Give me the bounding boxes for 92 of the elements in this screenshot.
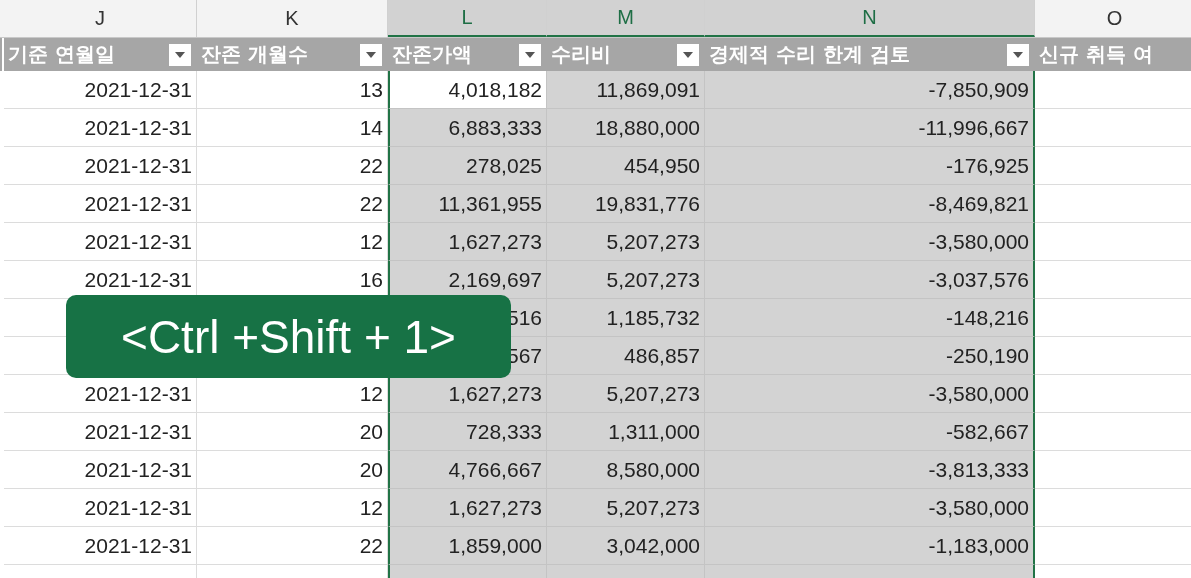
- cell-value: 12: [359, 495, 383, 520]
- cell-value: 5,207,273: [606, 229, 700, 254]
- cell-value: -3,813,333: [928, 457, 1029, 482]
- cell-value: 1,627,273: [448, 229, 542, 254]
- selected-cell[interactable]: 1,627,273: [388, 489, 547, 527]
- cell-value: -8,469,821: [928, 191, 1029, 216]
- cell-value: 14: [359, 115, 383, 140]
- cell-value: 2,169,697: [448, 267, 542, 292]
- cell-value: 12: [359, 381, 383, 406]
- cell-value: -3,580,000: [928, 381, 1029, 406]
- cell-value: -3,037,576: [928, 267, 1029, 292]
- cell-value: 1,311,000: [608, 419, 700, 444]
- cell-value: 454,950: [624, 153, 700, 178]
- selected-cell[interactable]: 1,627,273: [388, 223, 547, 261]
- cell-value: 2021-12-31: [84, 381, 192, 406]
- cell-value: -148,216: [946, 305, 1029, 330]
- table-header: 잔존 개월수: [201, 41, 308, 68]
- cell-value: 8,580,000: [606, 457, 700, 482]
- cell-value: -3,580,000: [928, 495, 1029, 520]
- dropdown-icon: [525, 51, 535, 58]
- active-cell[interactable]: 4,018,182: [388, 71, 547, 109]
- cell-value: 22: [359, 191, 383, 216]
- cell-value: 2021-12-31: [84, 229, 192, 254]
- cell-value: 5,207,273: [606, 267, 700, 292]
- cell-value: 1,627,273: [448, 381, 542, 406]
- filter-button[interactable]: [360, 43, 382, 66]
- cell-value: 18,880,000: [594, 115, 700, 140]
- cell-value: 20: [359, 419, 383, 444]
- cell-value: 2021-12-31: [84, 77, 192, 102]
- cell-value: -3,580,000: [928, 229, 1029, 254]
- table-header: 잔존가액: [392, 41, 472, 68]
- cell-value: -7,850,909: [928, 77, 1029, 102]
- table-header: 기준 연월일: [8, 41, 115, 68]
- cell-value: 486,857: [624, 343, 700, 368]
- table-header: 경제적 수리 한계 검토: [709, 41, 910, 68]
- cell-value: 2021-12-31: [84, 533, 192, 558]
- cell-value: 2021-12-31: [84, 419, 192, 444]
- filter-button[interactable]: [677, 43, 699, 66]
- cell-value: 2021-12-31: [84, 191, 192, 216]
- cell-value: 20: [359, 457, 383, 482]
- column-header[interactable]: M: [547, 0, 705, 37]
- table-header: 수리비: [551, 41, 611, 68]
- dropdown-icon: [175, 51, 185, 58]
- table-header: 신규 취득 여: [1039, 41, 1153, 68]
- filter-button[interactable]: [169, 43, 191, 66]
- cell-value: -250,190: [946, 343, 1029, 368]
- cell-value: -582,667: [946, 419, 1029, 444]
- selected-cell[interactable]: 11,361,955: [388, 185, 547, 223]
- selected-cell[interactable]: 6,883,333: [388, 109, 547, 147]
- cell-value: 2021-12-31: [84, 115, 192, 140]
- cell-value: 2021-12-31: [84, 495, 192, 520]
- selected-cell[interactable]: 1,627,273: [388, 375, 547, 413]
- cell-value: 22: [359, 153, 383, 178]
- filter-button[interactable]: [1007, 43, 1029, 66]
- column-header[interactable]: J: [4, 0, 197, 37]
- shortcut-toast: <Ctrl +Shift + 1>: [66, 295, 511, 378]
- selected-cell[interactable]: 2,169,697: [388, 261, 547, 299]
- selected-cell[interactable]: 1,859,000: [388, 527, 547, 565]
- cell-value: 2021-12-31: [84, 267, 192, 292]
- cell-value: 22: [359, 533, 383, 558]
- cell-value: 2021-12-31: [84, 153, 192, 178]
- cell-value: 278,025: [466, 153, 542, 178]
- dropdown-icon: [366, 51, 376, 58]
- cell-value: -176,925: [946, 153, 1029, 178]
- dropdown-icon: [1013, 51, 1023, 58]
- cell-value: 13: [359, 77, 383, 102]
- cell-value: 19,831,776: [594, 191, 700, 216]
- cell-value: 1,859,000: [448, 533, 542, 558]
- cell-value: 4,018,182: [448, 77, 542, 102]
- selected-cell[interactable]: 4,766,667: [388, 451, 547, 489]
- cell-value: 5,207,273: [606, 381, 700, 406]
- cell-value: 2021-12-31: [84, 457, 192, 482]
- selected-cell[interactable]: 728,333: [388, 413, 547, 451]
- selected-cell[interactable]: 278,025: [388, 147, 547, 185]
- cell-value: 16: [359, 267, 383, 292]
- cell-value: 4,766,667: [448, 457, 542, 482]
- cell-value: 6,883,333: [448, 115, 542, 140]
- cell-value: -11,996,667: [918, 115, 1029, 140]
- cell-value: 1,185,732: [606, 305, 700, 330]
- dropdown-icon: [683, 51, 693, 58]
- filter-button[interactable]: [519, 43, 541, 66]
- cell-value: 5,207,273: [606, 495, 700, 520]
- column-header[interactable]: N: [705, 0, 1035, 37]
- column-header[interactable]: L: [388, 0, 547, 37]
- cell-value: 1,627,273: [448, 495, 542, 520]
- cell-value: -1,183,000: [928, 533, 1029, 558]
- column-header[interactable]: O: [1035, 0, 1191, 37]
- cell-value: 11,361,955: [438, 191, 542, 216]
- cell-value: 3,042,000: [606, 533, 700, 558]
- cell-value: 12: [359, 229, 383, 254]
- cell-value: 11,869,091: [596, 77, 700, 102]
- cell-value: 728,333: [466, 419, 542, 444]
